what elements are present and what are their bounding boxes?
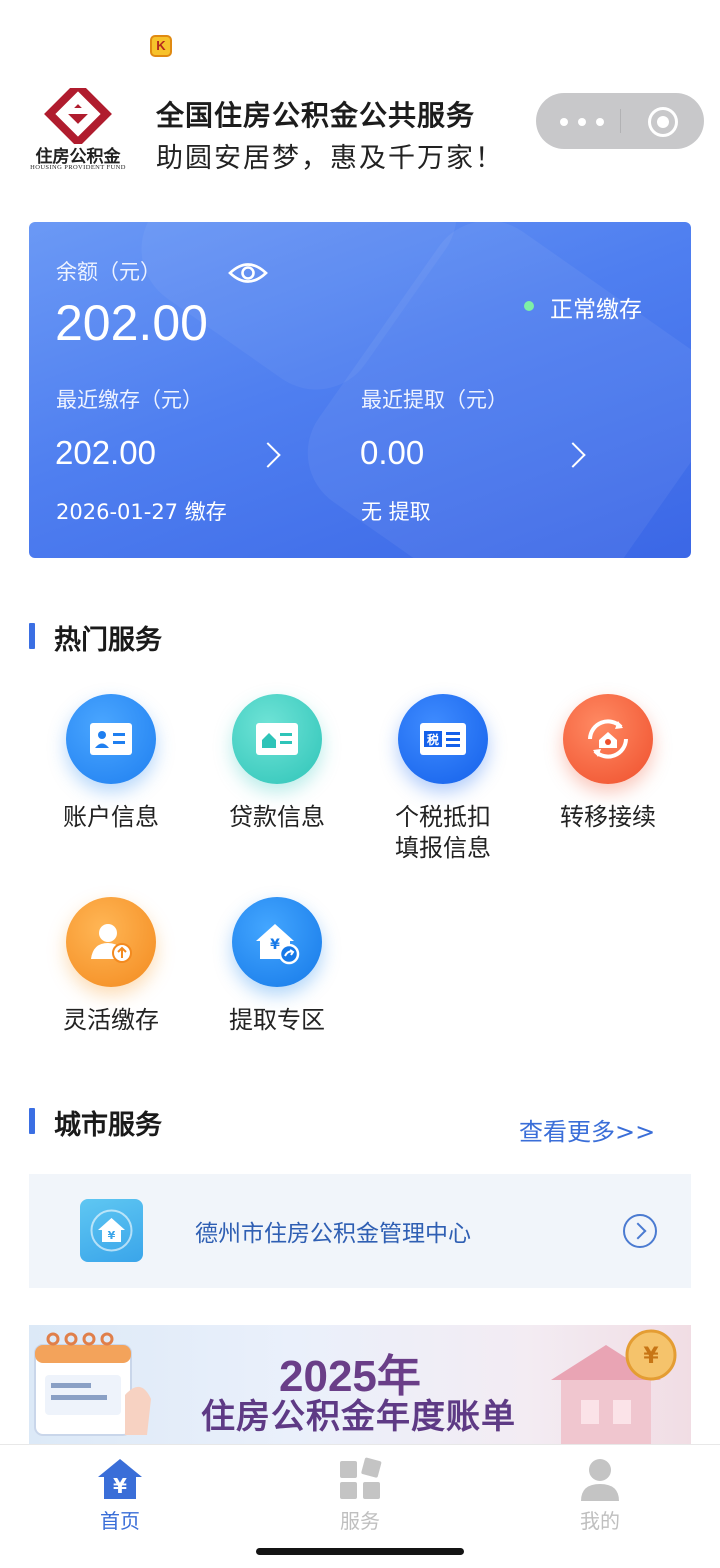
fund-center-house-icon: ¥: [80, 1199, 143, 1262]
deposit-chevron-icon[interactable]: [255, 442, 281, 468]
annual-bill-banner[interactable]: 2025年 住房公积金年度账单 ¥: [29, 1325, 691, 1445]
eye-icon[interactable]: [228, 260, 268, 286]
piggy-house-illustration-icon: ¥: [551, 1329, 677, 1445]
app-badge-icon: K: [150, 35, 172, 57]
calendar-illustration-icon: [34, 1332, 151, 1436]
fund-logo: 住房公积金 HOUSING PROVIDENT FUND: [26, 88, 130, 174]
tab-services[interactable]: 服务: [240, 1445, 480, 1541]
recent-withdraw-note: 无 提取: [361, 500, 431, 524]
service-transfer[interactable]: 转移接续: [533, 694, 683, 874]
tab-label: 服务: [340, 1509, 380, 1533]
page-title: 全国住房公积金公共服务: [156, 99, 476, 132]
service-label: 账户信息: [63, 803, 159, 831]
balance-value: 202.00: [55, 295, 208, 351]
home-indicator[interactable]: [256, 1548, 464, 1555]
svg-text:¥: ¥: [113, 1474, 127, 1498]
section-marker: [29, 623, 35, 649]
recent-deposit-value[interactable]: 202.00: [55, 434, 156, 472]
miniapp-capsule: [536, 93, 704, 149]
recent-withdraw-value[interactable]: 0.00: [360, 434, 424, 472]
service-withdraw-zone[interactable]: ¥ 提取专区: [202, 897, 352, 1077]
chevron-right-icon[interactable]: [623, 1214, 657, 1248]
section-marker: [29, 1108, 35, 1134]
svg-text:¥: ¥: [270, 937, 280, 953]
more-options-icon[interactable]: [560, 113, 620, 129]
service-label: 贷款信息: [229, 803, 325, 831]
banner-title: 住房公积金年度账单: [201, 1397, 516, 1437]
status-text: 正常缴存: [550, 297, 642, 323]
city-service-label: 德州市住房公积金管理中心: [195, 1221, 471, 1247]
city-services-title: 城市服务: [54, 1110, 162, 1141]
balance-label: 余额（元）: [56, 260, 161, 284]
hot-services-title: 热门服务: [54, 625, 162, 656]
service-label: 提取专区: [229, 1006, 325, 1034]
loan-card-icon: [232, 694, 322, 784]
close-miniapp-icon[interactable]: [648, 107, 678, 137]
home-yuan-icon: ¥: [98, 1459, 142, 1499]
view-more-link[interactable]: 查看更多>>: [519, 1112, 655, 1147]
capsule-divider: [620, 109, 621, 133]
svg-text:¥: ¥: [643, 1344, 659, 1369]
service-grid-icon: [340, 1457, 382, 1499]
balance-card: 余额（元） 202.00 正常缴存 最近缴存（元） 202.00 2026-01…: [29, 222, 691, 558]
flexible-deposit-icon: [66, 897, 156, 987]
service-label: 个税抵扣 填报信息: [395, 803, 491, 862]
logo-subtitle: HOUSING PROVIDENT FUND: [30, 164, 126, 171]
svg-text:税: 税: [427, 732, 439, 747]
page-slogan: 助圆安居梦，惠及千万家！: [156, 143, 504, 174]
svg-text:¥: ¥: [108, 1229, 116, 1242]
recent-deposit-date: 2026-01-27 缴存: [56, 500, 227, 524]
transfer-house-icon: [563, 694, 653, 784]
tax-card-icon: 税: [398, 694, 488, 784]
service-account-info[interactable]: 账户信息: [36, 694, 186, 874]
withdraw-house-icon: ¥: [232, 897, 322, 987]
service-loan-info[interactable]: 贷款信息: [202, 694, 352, 874]
service-label: 灵活缴存: [63, 1006, 159, 1034]
fund-logo-mark-icon: [44, 88, 112, 144]
service-flexible-deposit[interactable]: 灵活缴存: [36, 897, 186, 1077]
profile-person-icon: [581, 1459, 619, 1501]
recent-withdraw-label: 最近提取（元）: [361, 388, 508, 412]
recent-deposit-label: 最近缴存（元）: [56, 388, 203, 412]
service-label: 转移接续: [560, 803, 656, 831]
account-card-icon: [66, 694, 156, 784]
status-dot: [524, 301, 534, 311]
tab-label: 首页: [100, 1509, 140, 1533]
service-tax-deduction[interactable]: 税 个税抵扣 填报信息: [368, 694, 518, 874]
city-service-item[interactable]: ¥ 德州市住房公积金管理中心: [29, 1174, 691, 1288]
tab-label: 我的: [580, 1509, 620, 1533]
tab-profile[interactable]: 我的: [480, 1445, 720, 1541]
tab-home[interactable]: ¥ 首页: [0, 1445, 240, 1541]
